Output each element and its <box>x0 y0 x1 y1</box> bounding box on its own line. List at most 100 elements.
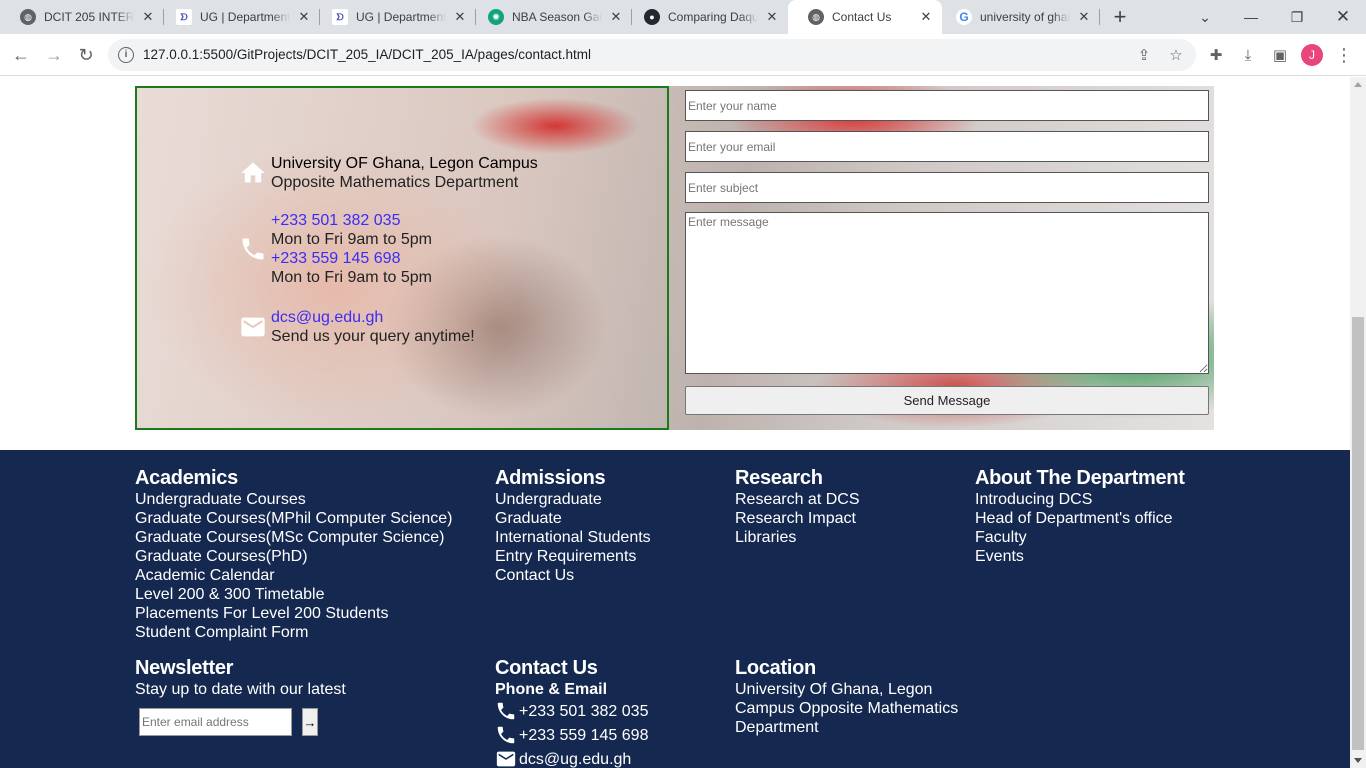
window-close-button[interactable]: ✕ <box>1320 0 1366 34</box>
close-icon[interactable]: ✕ <box>140 9 156 25</box>
footer-heading-admissions: Admissions <box>495 467 606 489</box>
footer-email-row: dcs@ug.edu.gh <box>495 747 648 768</box>
forward-button[interactable]: → <box>40 41 68 69</box>
address-title: University OF Ghana, Legon Campus <box>271 155 538 172</box>
footer-link[interactable]: Faculty <box>975 528 1185 547</box>
footer-heading-academics: Academics <box>135 467 238 489</box>
newsletter-email-input[interactable] <box>139 708 292 736</box>
email-input[interactable] <box>685 131 1209 162</box>
close-icon[interactable]: ✕ <box>918 9 934 25</box>
footer-link[interactable]: Head of Department's office <box>975 509 1185 528</box>
newsletter-submit-button[interactable]: → <box>302 708 318 736</box>
footer-link[interactable]: Level 200 & 300 Timetable <box>135 585 452 604</box>
footer-link[interactable]: Events <box>975 547 1185 566</box>
footer-link[interactable]: Research at DCS <box>735 490 860 509</box>
tab-ug-department-2[interactable]: ᗤ UG | Department of Computer Science ✕ <box>312 0 476 34</box>
globe-icon: ◍ <box>808 9 824 25</box>
download-icon[interactable]: ⤓ <box>1237 44 1259 66</box>
dcs-logo-icon: ᗤ <box>332 9 348 25</box>
mail-icon <box>496 751 516 767</box>
footer-link[interactable]: Graduate <box>495 509 651 528</box>
email-link[interactable]: dcs@ug.edu.gh <box>271 308 475 327</box>
footer-link[interactable]: Introducing DCS <box>975 490 1185 509</box>
footer-link[interactable]: Academic Calendar <box>135 566 452 585</box>
footer-link[interactable]: Libraries <box>735 528 860 547</box>
footer-email[interactable]: dcs@ug.edu.gh <box>519 750 631 768</box>
address-bar[interactable]: i 127.0.0.1:5500/GitProjects/DCIT_205_IA… <box>108 39 1196 71</box>
tab-google-search[interactable]: G university of ghana ✕ <box>936 0 1100 34</box>
phone-icon <box>239 235 267 263</box>
send-message-button[interactable]: Send Message <box>685 386 1209 415</box>
arrow-right-icon: → <box>303 714 317 730</box>
scroll-down-icon[interactable] <box>1354 758 1362 763</box>
reload-button[interactable]: ↻ <box>72 41 100 69</box>
maximize-button[interactable]: ❐ <box>1274 0 1320 34</box>
github-icon: ● <box>644 9 660 25</box>
close-icon[interactable]: ✕ <box>1076 9 1092 25</box>
extensions-icon[interactable]: ✚ <box>1205 44 1227 66</box>
footer-link[interactable]: Entry Requirements <box>495 547 651 566</box>
chatgpt-icon: ✺ <box>488 9 504 25</box>
tab-search-icon[interactable]: ⌄ <box>1182 0 1228 34</box>
browser-toolbar: ← → ↻ i 127.0.0.1:5500/GitProjects/DCIT_… <box>0 34 1366 76</box>
scrollbar-thumb[interactable] <box>1352 317 1364 750</box>
footer-contact-subtitle: Phone & Email <box>495 681 608 698</box>
footer-link[interactable]: International Students <box>495 528 651 547</box>
phone-hours-1: Mon to Fri 9am to 5pm <box>271 231 432 248</box>
subject-input[interactable] <box>685 172 1209 203</box>
profile-avatar[interactable]: J <box>1301 44 1323 66</box>
footer-link[interactable]: Research Impact <box>735 509 860 528</box>
footer-link[interactable]: Undergraduate Courses <box>135 490 452 509</box>
tab-ug-department-1[interactable]: ᗤ UG | Department of Computer Science ✕ <box>156 0 320 34</box>
share-icon[interactable]: ⇪ <box>1134 45 1154 65</box>
page-scrollbar[interactable] <box>1350 77 1366 768</box>
location-line-3: Department <box>735 719 819 736</box>
location-line-2: Campus Opposite Mathematics <box>735 700 959 717</box>
footer-link[interactable]: Placements For Level 200 Students <box>135 604 452 623</box>
footer-heading-about: About The Department <box>975 467 1185 489</box>
footer-link[interactable]: Contact Us <box>495 566 651 585</box>
back-button[interactable]: ← <box>7 41 35 69</box>
site-footer: Academics Undergraduate Courses Graduate… <box>0 450 1350 768</box>
footer-link[interactable]: Graduate Courses(MPhil Computer Science) <box>135 509 452 528</box>
message-textarea[interactable] <box>685 212 1209 374</box>
close-icon[interactable]: ✕ <box>296 9 312 25</box>
side-panel-icon[interactable]: ▣ <box>1269 44 1291 66</box>
location-line-1: University Of Ghana, Legon <box>735 681 933 698</box>
footer-research: Research Research at DCS Research Impact… <box>735 466 860 547</box>
contact-section: University OF Ghana, Legon Campus Opposi… <box>135 86 1214 430</box>
minimize-button[interactable]: — <box>1228 0 1274 34</box>
site-info-icon[interactable]: i <box>118 47 134 63</box>
footer-link[interactable]: Undergraduate <box>495 490 651 509</box>
tab-contact-us[interactable]: ◍ Contact Us ✕ <box>788 0 942 34</box>
tab-comparing[interactable]: ● Comparing Daquan ✕ <box>624 0 788 34</box>
bookmark-star-icon[interactable]: ☆ <box>1166 45 1186 65</box>
phone-hours-2: Mon to Fri 9am to 5pm <box>271 269 432 286</box>
close-icon[interactable]: ✕ <box>764 9 780 25</box>
new-tab-button[interactable]: + <box>1108 4 1132 29</box>
tab-strip: ◍ DCIT 205 INTERIM ASSESSMENT ✕ ᗤ UG | D… <box>0 0 1366 34</box>
footer-link[interactable]: Student Complaint Form <box>135 623 452 642</box>
phone-icon <box>497 702 515 720</box>
phone-icon <box>497 726 515 744</box>
footer-heading-newsletter: Newsletter <box>135 657 234 679</box>
phone-link-1[interactable]: +233 501 382 035 <box>271 211 432 230</box>
url-text[interactable]: 127.0.0.1:5500/GitProjects/DCIT_205_IA/D… <box>143 47 591 62</box>
footer-phone-2[interactable]: +233 559 145 698 <box>519 726 648 745</box>
name-input[interactable] <box>685 90 1209 121</box>
more-menu-icon[interactable]: ⋮ <box>1333 44 1355 66</box>
footer-link[interactable]: Graduate Courses(PhD) <box>135 547 452 566</box>
scroll-up-icon[interactable] <box>1354 82 1362 87</box>
footer-phone-row-2: +233 559 145 698 <box>495 723 648 747</box>
tab-dcit-assessment[interactable]: ◍ DCIT 205 INTERIM ASSESSMENT ✕ <box>0 0 164 34</box>
tab-nba-season[interactable]: ✺ NBA Season Games ✕ <box>468 0 632 34</box>
footer-heading-contact: Contact Us <box>495 657 598 679</box>
close-icon[interactable]: ✕ <box>608 9 624 25</box>
globe-icon: ◍ <box>20 9 36 25</box>
footer-link[interactable]: Graduate Courses(MSc Computer Science) <box>135 528 452 547</box>
email-note: Send us your query anytime! <box>271 328 475 345</box>
tab-label: Comparing Daquan <box>668 10 758 24</box>
phone-link-2[interactable]: +233 559 145 698 <box>271 249 432 268</box>
close-icon[interactable]: ✕ <box>452 9 468 25</box>
footer-phone-1[interactable]: +233 501 382 035 <box>519 702 648 721</box>
